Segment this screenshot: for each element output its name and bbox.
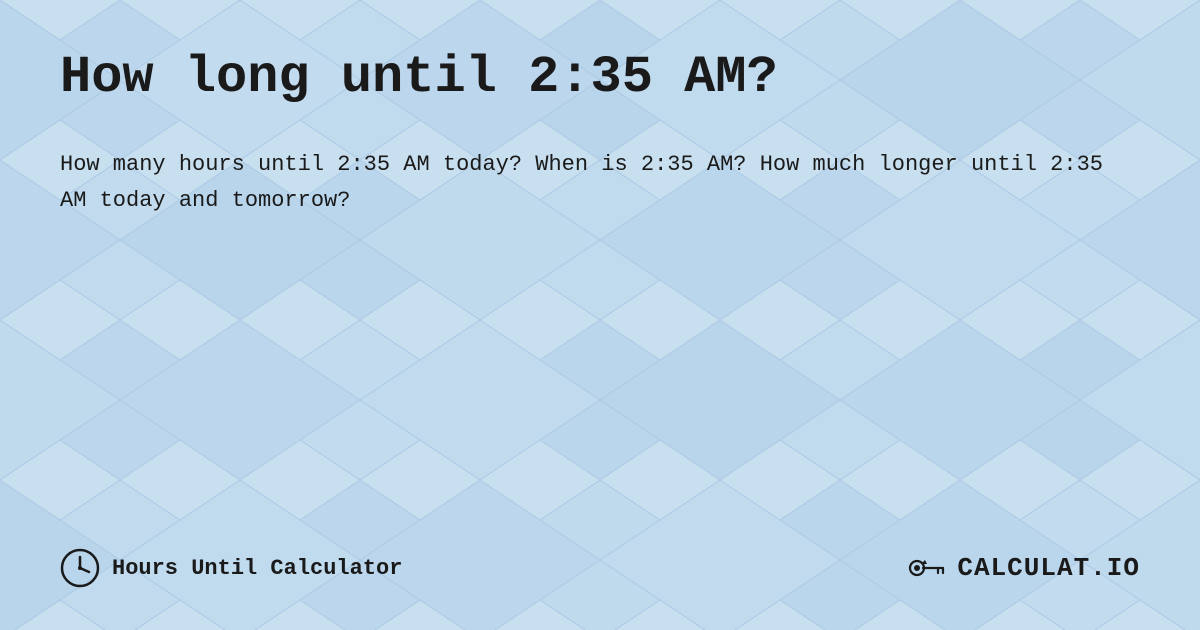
page-description: How many hours until 2:35 AM today? When… [60, 147, 1110, 220]
logo-right: CALCULAT.IO [905, 546, 1140, 590]
footer-left: Hours Until Calculator [60, 548, 402, 588]
logo-text: CALCULAT.IO [957, 553, 1140, 583]
clock-icon [60, 548, 100, 588]
footer-left-label: Hours Until Calculator [112, 556, 402, 581]
page-title: How long until 2:35 AM? [60, 48, 1140, 107]
footer: Hours Until Calculator CALCULAT.IO [60, 546, 1140, 590]
calculatio-icon [905, 546, 949, 590]
